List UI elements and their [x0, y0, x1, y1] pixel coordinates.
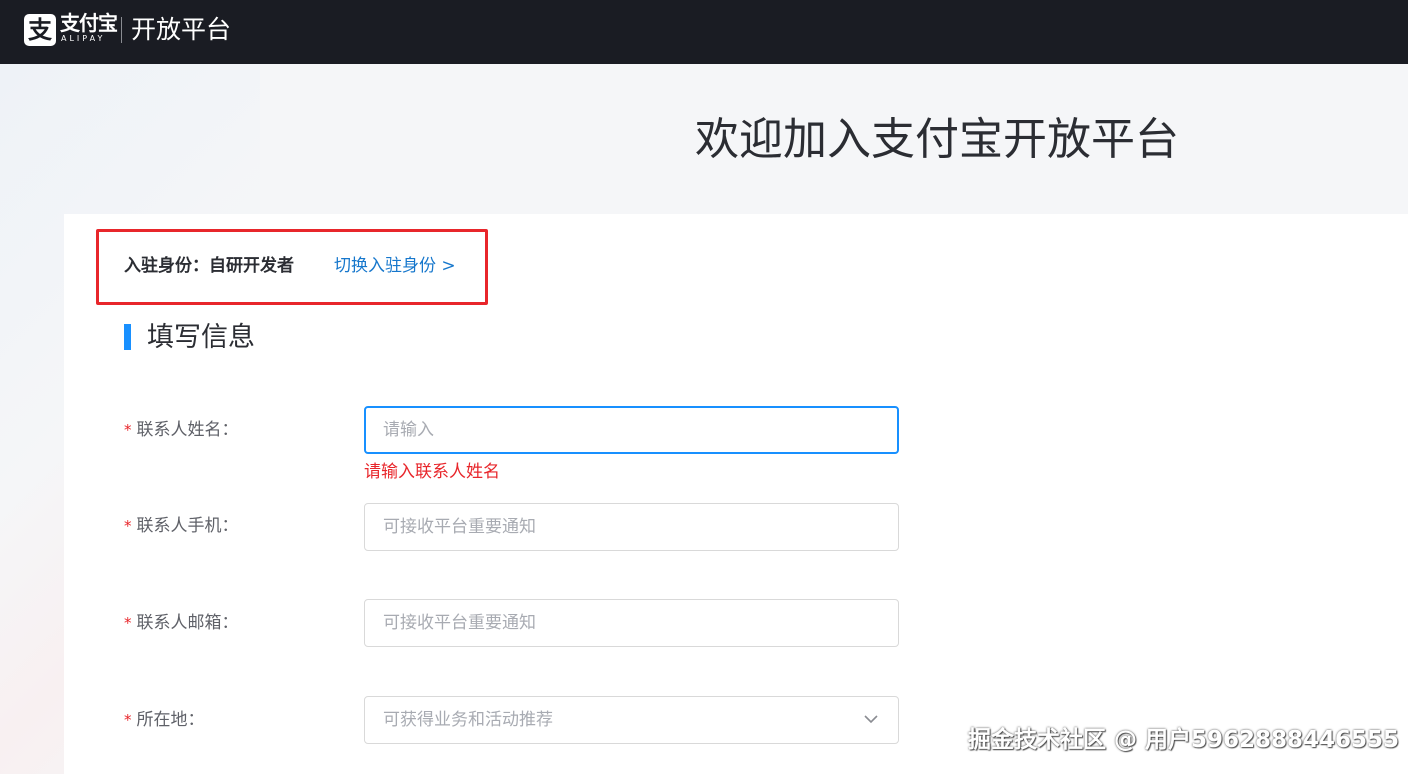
section-marker: [124, 324, 131, 350]
page-title: 欢迎加入支付宝开放平台: [695, 114, 1179, 165]
top-navigation-bar: 支 支付宝 ALIPAY 开放平台: [0, 0, 1408, 64]
contact-name-input[interactable]: [364, 406, 899, 454]
brand-name-en: ALIPAY: [61, 34, 106, 43]
logo-glyph: 支: [28, 16, 52, 44]
switch-identity-link[interactable]: 切换入驻身份 >: [334, 254, 456, 278]
watermark: 掘金技术社区 @ 用户5962888446555: [968, 727, 1400, 753]
section-title: 填写信息: [147, 322, 255, 353]
identity-label: 入驻身份：自研开发者: [124, 256, 294, 276]
contact-email-input[interactable]: [364, 599, 899, 647]
location-label-text: 所在地：: [136, 710, 205, 730]
contact-phone-label: * 联系人手机：: [124, 514, 239, 538]
brand-divider: [121, 17, 122, 43]
brand-name[interactable]: 支付宝: [60, 12, 118, 34]
location-select-placeholder: 可获得业务和活动推荐: [383, 710, 553, 730]
alipay-logo-icon[interactable]: 支: [24, 14, 56, 46]
contact-email-label: * 联系人邮箱：: [124, 611, 239, 635]
platform-name[interactable]: 开放平台: [131, 14, 231, 46]
contact-phone-label-text: 联系人手机：: [136, 516, 239, 536]
required-mark: *: [124, 517, 132, 535]
contact-name-error: 请输入联系人姓名: [364, 462, 500, 482]
required-mark: *: [124, 711, 132, 729]
required-mark: *: [124, 614, 132, 632]
contact-name-label-text: 联系人姓名：: [136, 420, 239, 440]
required-mark: *: [124, 421, 132, 439]
contact-name-label: * 联系人姓名：: [124, 418, 239, 442]
location-label: * 所在地：: [124, 708, 205, 732]
contact-email-label-text: 联系人邮箱：: [136, 613, 239, 633]
chevron-down-icon[interactable]: [862, 710, 880, 728]
contact-phone-input[interactable]: [364, 503, 899, 551]
